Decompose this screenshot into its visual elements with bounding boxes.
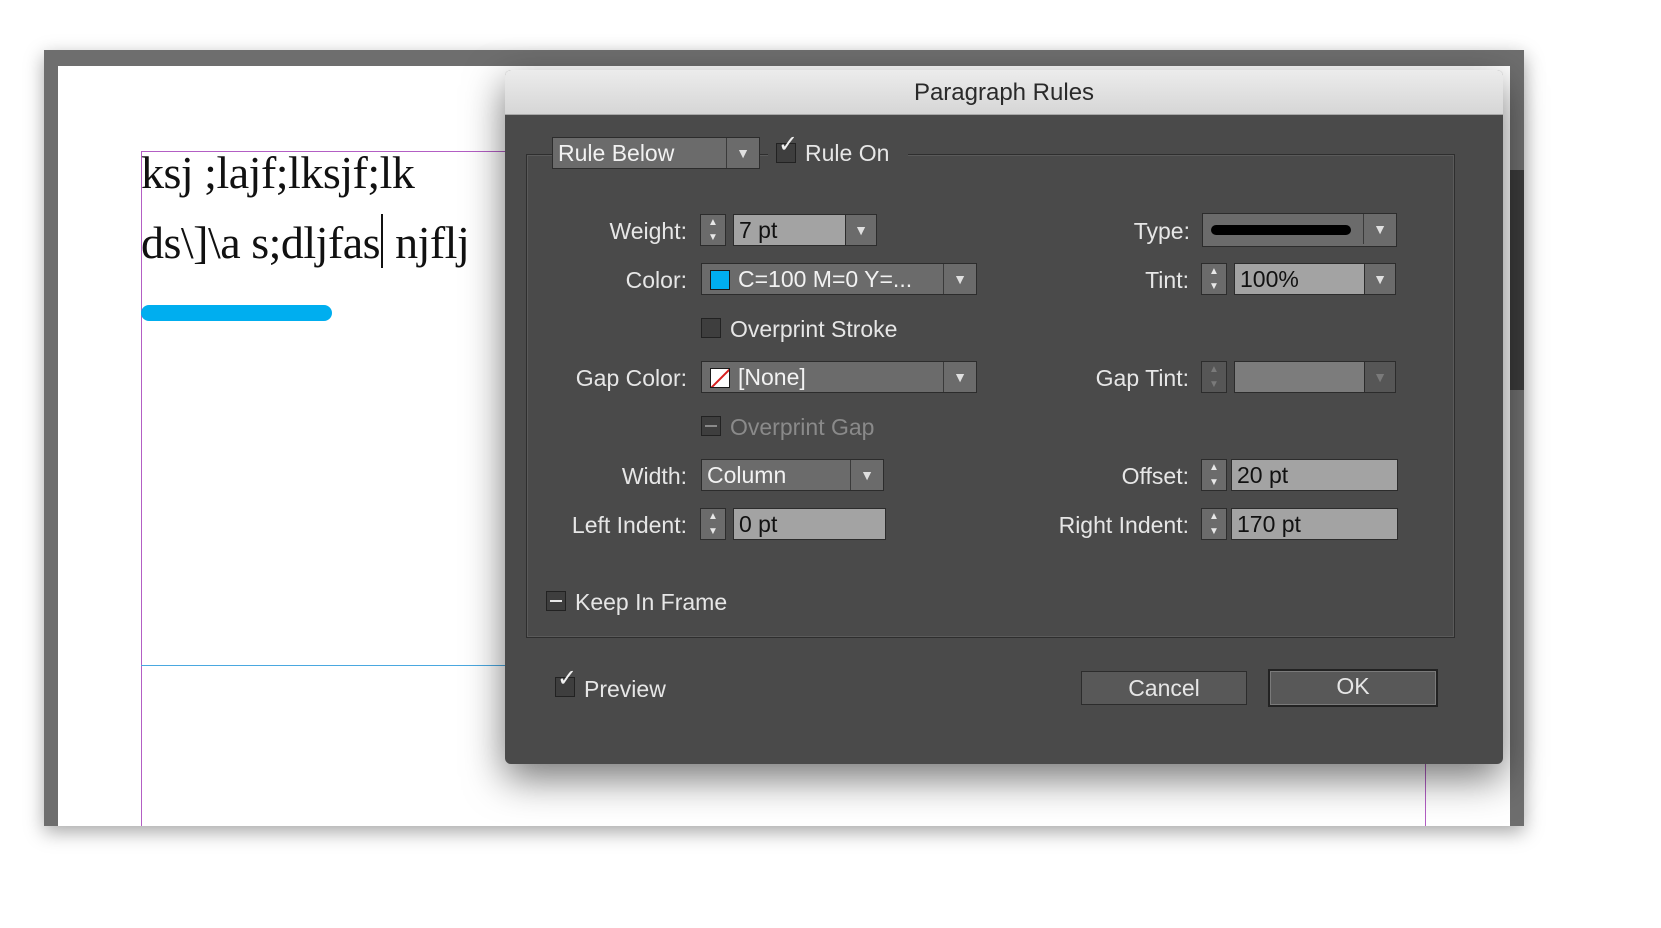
rule-on-label: Rule On	[805, 140, 890, 166]
weight-value: 7 pt	[739, 217, 778, 243]
color-label: Color:	[625, 267, 687, 293]
weight-label: Weight:	[609, 218, 687, 244]
weight-dropdown-button[interactable]: ▼	[845, 214, 877, 246]
none-swatch-icon	[710, 368, 730, 388]
gap-tint-field	[1234, 361, 1365, 393]
stepper-up-icon[interactable]: ▲	[701, 215, 725, 230]
right-indent-label: Right Indent:	[1058, 512, 1189, 538]
dialog-title: Paragraph Rules	[913, 79, 1095, 106]
stepper-up-icon[interactable]: ▲	[1202, 460, 1226, 475]
text-before-cursor: ds\]\a s;dljfas	[141, 217, 381, 268]
width-label: Width:	[621, 463, 687, 489]
chevron-down-icon: ▼	[1373, 271, 1387, 287]
checkmark-icon: ✓	[557, 665, 578, 692]
document-text-line-1[interactable]: ksj ;lajf;lksjf;lk	[141, 146, 415, 199]
chevron-down-icon: ▼	[854, 222, 868, 238]
tint-dropdown-button[interactable]: ▼	[1364, 263, 1396, 295]
color-value: C=100 M=0 Y=...	[738, 266, 913, 292]
overprint-gap-checkbox	[701, 416, 721, 436]
left-indent-stepper[interactable]: ▲ ▼	[700, 508, 726, 540]
cancel-button[interactable]: Cancel	[1081, 671, 1247, 705]
solid-line-icon	[1211, 225, 1351, 235]
stepper-down-icon[interactable]: ▼	[1202, 279, 1226, 294]
stepper-up-icon[interactable]: ▲	[1202, 264, 1226, 279]
offset-stepper[interactable]: ▲ ▼	[1201, 459, 1227, 491]
rule-type-select-value: Rule Below	[558, 140, 675, 166]
stepper-up-icon[interactable]: ▲	[1202, 509, 1226, 524]
gap-tint-stepper: ▲ ▼	[1201, 361, 1227, 393]
overprint-gap-label: Overprint Gap	[730, 414, 875, 440]
document-text-line-2[interactable]: ds\]\a s;dljfas njflj	[141, 214, 470, 269]
right-indent-value: 170 pt	[1237, 511, 1301, 537]
paragraph-rule-preview	[141, 305, 332, 321]
tint-field[interactable]: 100%	[1234, 263, 1365, 295]
offset-label: Offset:	[1121, 463, 1189, 489]
gap-tint-dropdown-button: ▼	[1364, 361, 1396, 393]
width-select[interactable]: Column ▼	[701, 459, 884, 491]
weight-stepper[interactable]: ▲ ▼	[700, 214, 726, 246]
chevron-down-icon: ▼	[726, 138, 759, 168]
left-indent-field[interactable]: 0 pt	[733, 508, 886, 540]
page-margin-right	[1425, 764, 1426, 826]
chevron-down-icon: ▼	[1363, 214, 1396, 244]
mixed-state-icon	[705, 425, 717, 427]
stroke-type-select[interactable]: ▼	[1202, 213, 1397, 247]
type-label: Type:	[1133, 218, 1190, 244]
color-select[interactable]: C=100 M=0 Y=... ▼	[701, 263, 977, 295]
stepper-down-icon[interactable]: ▼	[701, 230, 725, 245]
weight-field[interactable]: 7 pt	[733, 214, 847, 246]
preview-label: Preview	[584, 676, 666, 702]
preview-checkbox[interactable]: ✓	[555, 667, 577, 697]
ok-button[interactable]: OK	[1268, 669, 1438, 707]
keep-in-frame-checkbox[interactable]	[546, 591, 566, 611]
stepper-down-icon: ▼	[1209, 379, 1219, 390]
keep-in-frame-label: Keep In Frame	[575, 589, 728, 615]
gap-color-value: [None]	[738, 364, 806, 390]
chevron-down-icon: ▼	[943, 362, 976, 392]
dialog-titlebar[interactable]: Paragraph Rules	[505, 70, 1503, 115]
width-value: Column	[707, 462, 787, 488]
offset-field[interactable]: 20 pt	[1231, 459, 1398, 491]
chevron-down-icon: ▼	[850, 460, 883, 490]
stepper-up-icon: ▲	[1209, 364, 1219, 375]
chevron-down-icon: ▼	[1373, 369, 1387, 385]
right-indent-stepper[interactable]: ▲ ▼	[1201, 508, 1227, 540]
text-after-cursor: njflj	[384, 217, 470, 268]
gap-tint-label: Gap Tint:	[1095, 365, 1189, 391]
stepper-down-icon[interactable]: ▼	[1202, 475, 1226, 490]
rule-type-select[interactable]: Rule Below ▼	[552, 137, 760, 169]
frame-guide-line	[141, 665, 506, 666]
gap-color-select[interactable]: [None] ▼	[701, 361, 977, 393]
left-indent-value: 0 pt	[739, 511, 778, 537]
chevron-down-icon: ▼	[943, 264, 976, 294]
rule-on-checkbox[interactable]: ✓	[776, 133, 798, 163]
text-cursor	[381, 214, 384, 268]
checkmark-icon: ✓	[778, 131, 799, 158]
document-scrollbar[interactable]	[1510, 170, 1524, 390]
stepper-down-icon[interactable]: ▼	[701, 524, 725, 539]
stepper-up-icon[interactable]: ▲	[701, 509, 725, 524]
mixed-state-icon	[550, 600, 562, 602]
stepper-down-icon[interactable]: ▼	[1202, 524, 1226, 539]
overprint-stroke-label: Overprint Stroke	[730, 316, 898, 342]
offset-value: 20 pt	[1237, 462, 1289, 488]
tint-label: Tint:	[1145, 267, 1189, 293]
color-swatch-icon	[710, 270, 730, 290]
paragraph-rules-dialog: Paragraph Rules Rule Below ▼ ✓ Rule On W…	[505, 70, 1503, 764]
gap-color-label: Gap Color:	[575, 365, 687, 391]
right-indent-field[interactable]: 170 pt	[1231, 508, 1398, 540]
left-indent-label: Left Indent:	[571, 512, 687, 538]
overprint-stroke-checkbox[interactable]	[701, 318, 721, 338]
tint-stepper[interactable]: ▲ ▼	[1201, 263, 1227, 295]
tint-value: 100%	[1240, 266, 1299, 292]
